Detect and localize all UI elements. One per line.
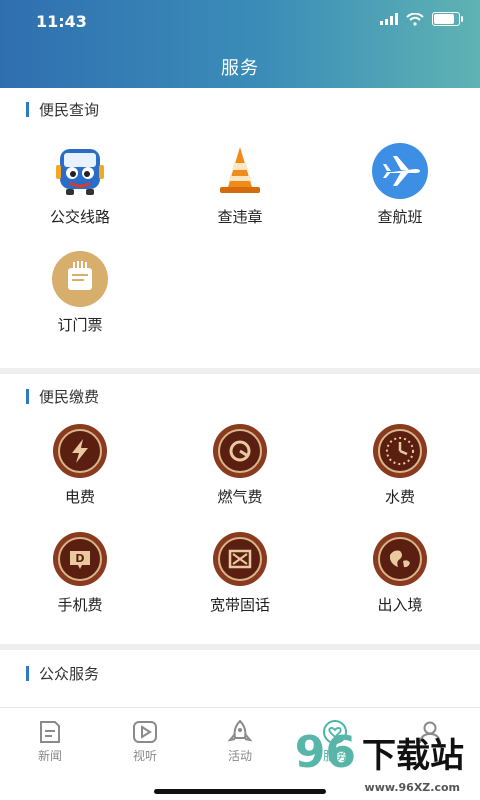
watermark-number: 96 <box>294 727 356 778</box>
status-time: 11:43 <box>36 12 87 31</box>
bus-icon <box>51 142 109 200</box>
status-icons <box>380 12 463 26</box>
gas-icon <box>211 422 269 480</box>
watermark-text: 下载站 <box>362 736 464 776</box>
water-clock-icon <box>371 422 429 480</box>
service-ticket[interactable]: 订门票 <box>0 250 160 358</box>
service-bus-route[interactable]: 公交线路 <box>0 130 160 250</box>
service-phone-bill[interactable]: D 手机费 <box>0 530 160 638</box>
page-title: 服务 <box>221 58 259 79</box>
svg-text:D: D <box>75 552 84 565</box>
news-icon <box>40 721 60 743</box>
play-icon <box>133 721 157 743</box>
section-marker <box>26 101 29 117</box>
service-water-bill[interactable]: 水费 <box>320 418 480 530</box>
service-label: 查违章 <box>217 208 263 226</box>
service-label: 燃气费 <box>217 488 263 506</box>
service-label: 公交线路 <box>49 208 110 226</box>
service-broadband-bill[interactable]: 宽带固话 <box>160 530 320 638</box>
section-title-text: 便民查询 <box>39 100 100 119</box>
tab-audio-video[interactable]: 视听 <box>95 720 195 764</box>
airplane-icon <box>371 142 429 200</box>
service-label: 电费 <box>64 488 95 506</box>
section-title-text: 便民缴费 <box>39 387 100 406</box>
service-label: 手机费 <box>57 596 103 614</box>
section-title-text: 公众服务 <box>39 664 100 683</box>
tab-news[interactable]: 新闻 <box>0 720 100 764</box>
query-grid: 公交线路 查违章 查航班 订门票 <box>0 130 480 358</box>
watermark-url: www.96XZ.com <box>364 781 460 794</box>
service-label: 订门票 <box>57 316 103 334</box>
home-indicator <box>154 789 326 794</box>
section-title-public-service: 公众服务 <box>0 650 480 696</box>
battery-icon <box>432 12 463 26</box>
globe-icon <box>371 530 429 588</box>
electricity-icon <box>51 422 109 480</box>
service-traffic-violation[interactable]: 查违章 <box>160 130 320 250</box>
broadband-icon <box>211 530 269 588</box>
service-label: 出入境 <box>377 596 423 614</box>
section-title-convenience-query: 便民查询 <box>0 88 480 130</box>
service-label: 宽带固话 <box>209 596 270 614</box>
service-electricity-bill[interactable]: 电费 <box>0 418 160 530</box>
section-marker <box>26 665 29 681</box>
wifi-icon <box>406 12 424 26</box>
signal-icon <box>380 13 398 25</box>
app-header: 11:43 服务 <box>0 0 480 88</box>
phone-bill-icon: D <box>51 530 109 588</box>
tab-label: 视听 <box>132 749 157 763</box>
tab-activity[interactable]: 活动 <box>190 720 290 764</box>
service-flight-query[interactable]: 查航班 <box>320 130 480 250</box>
service-label: 水费 <box>384 488 415 506</box>
ticket-icon <box>51 250 109 308</box>
service-content: 便民查询 公交线路 查违章 查航班 订门票 便民缴费 电费 燃气费 水费 D 手… <box>0 88 480 708</box>
bottom-tab-bar: 新闻 视听 活动 服务 96 下载站 www.96XZ.com <box>0 707 480 800</box>
service-entry-exit[interactable]: 出入境 <box>320 530 480 638</box>
service-gas-bill[interactable]: 燃气费 <box>160 418 320 530</box>
tab-label: 新闻 <box>37 749 62 763</box>
payment-grid: 电费 燃气费 水费 D 手机费 宽带固话 出入境 <box>0 418 480 638</box>
section-marker <box>26 388 29 404</box>
watermark-logo: 96 下载站 <box>295 727 464 778</box>
section-title-convenience-payment: 便民缴费 <box>0 374 480 418</box>
tab-label: 活动 <box>227 749 252 763</box>
service-label: 查航班 <box>377 208 423 226</box>
traffic-cone-icon <box>211 142 269 200</box>
rocket-icon <box>227 720 253 742</box>
